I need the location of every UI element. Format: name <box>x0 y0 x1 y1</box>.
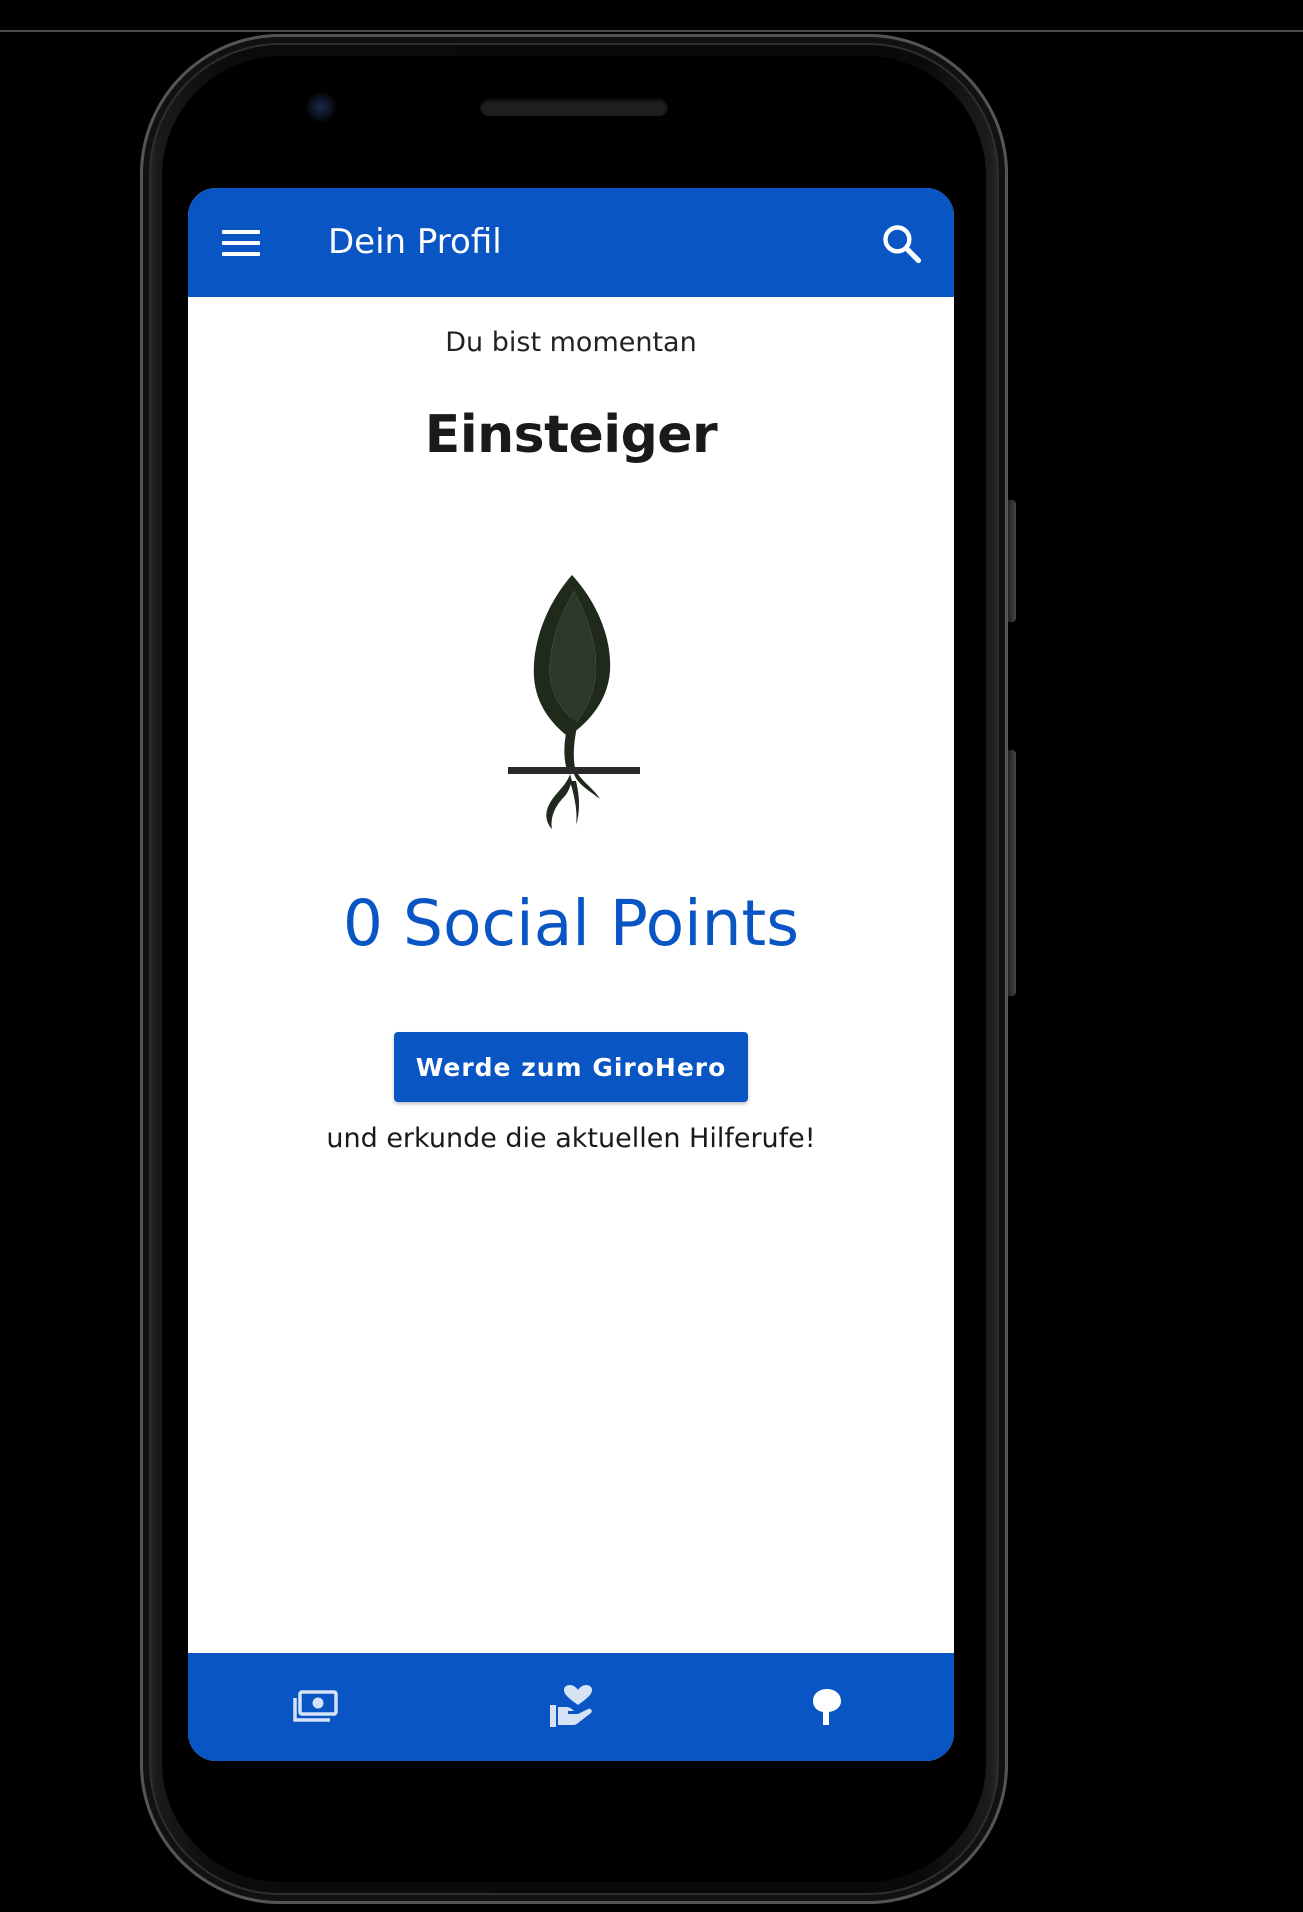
status-intro: Du bist momentan <box>445 327 697 358</box>
top-app-bar: Dein Profil <box>188 188 954 297</box>
social-points: 0 Social Points <box>342 887 800 960</box>
top-divider <box>0 30 1303 32</box>
volume-button <box>1008 500 1016 622</box>
helping-hand-heart-icon <box>550 1685 592 1727</box>
money-icon <box>293 1690 338 1722</box>
search-icon[interactable] <box>880 222 924 266</box>
become-girohero-button[interactable]: Werde zum GiroHero <box>394 1032 748 1102</box>
stage: Dein Profil Du bist momentan Einsteiger <box>0 0 1303 1912</box>
nav-item-money[interactable] <box>188 1653 442 1761</box>
sprout-icon <box>508 575 640 829</box>
bottom-navigation <box>188 1653 954 1761</box>
front-camera <box>306 92 336 122</box>
cta-hint: und erkunde die aktuellen Hilferufe! <box>326 1123 816 1154</box>
app-screen: Dein Profil Du bist momentan Einsteiger <box>188 188 954 1761</box>
earpiece-speaker <box>480 98 668 116</box>
level-title: Einsteiger <box>424 405 718 465</box>
nav-item-profile[interactable] <box>700 1653 954 1761</box>
profile-content: Du bist momentan Einsteiger 0 Social Poi… <box>188 297 954 1654</box>
tree-icon <box>813 1689 841 1725</box>
power-button <box>1008 750 1016 996</box>
menu-icon[interactable] <box>222 230 262 256</box>
page-title: Dein Profil <box>328 222 502 262</box>
nav-item-help-requests[interactable] <box>444 1653 698 1761</box>
